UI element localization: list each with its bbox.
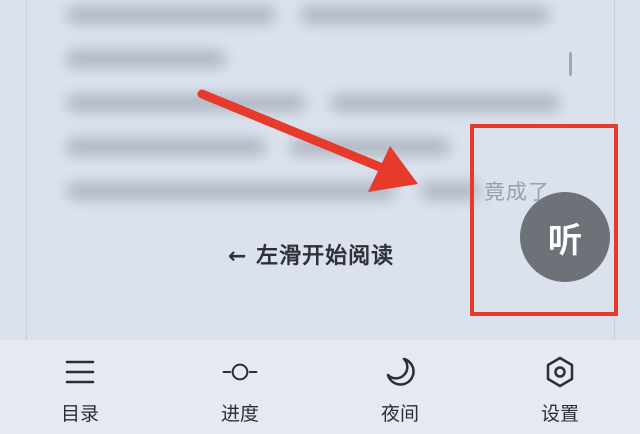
nav-label-progress: 进度 bbox=[220, 403, 259, 425]
nav-item-settings[interactable]: 设置 bbox=[510, 354, 610, 426]
hexagon-settings-icon bbox=[542, 354, 578, 389]
nav-item-night[interactable]: 夜间 bbox=[350, 354, 450, 426]
progress-slider-icon bbox=[222, 354, 258, 389]
blurred-text-line bbox=[66, 6, 276, 24]
nav-label-night: 夜间 bbox=[380, 403, 419, 425]
moon-icon bbox=[382, 354, 418, 389]
blurred-text-line bbox=[66, 138, 266, 156]
blurred-text-line bbox=[420, 182, 480, 200]
menu-list-icon bbox=[62, 354, 98, 389]
page-left-edge bbox=[26, 0, 27, 340]
blurred-text-line bbox=[66, 50, 226, 68]
blurred-text-line bbox=[330, 94, 560, 112]
blurred-text-line bbox=[66, 182, 396, 200]
reader-screen: 竟成了 ← 左滑开始阅读 听 目录 进度 夜间 设置 bbox=[0, 0, 640, 434]
swipe-hint: ← 左滑开始阅读 bbox=[228, 244, 395, 269]
listen-button[interactable]: 听 bbox=[520, 192, 610, 282]
nav-item-progress[interactable]: 进度 bbox=[190, 354, 290, 426]
nav-label-contents: 目录 bbox=[60, 403, 99, 425]
blurred-text-line bbox=[66, 94, 306, 112]
nav-item-contents[interactable]: 目录 bbox=[30, 354, 130, 426]
nav-label-settings: 设置 bbox=[540, 403, 579, 425]
page-right-edge bbox=[614, 0, 615, 340]
bottom-toolbar: 目录 进度 夜间 设置 bbox=[0, 340, 640, 434]
reading-page[interactable]: 竟成了 ← 左滑开始阅读 bbox=[0, 0, 640, 340]
blurred-text-line bbox=[290, 138, 450, 156]
scroll-indicator bbox=[569, 52, 572, 76]
blurred-text-line bbox=[300, 6, 550, 24]
